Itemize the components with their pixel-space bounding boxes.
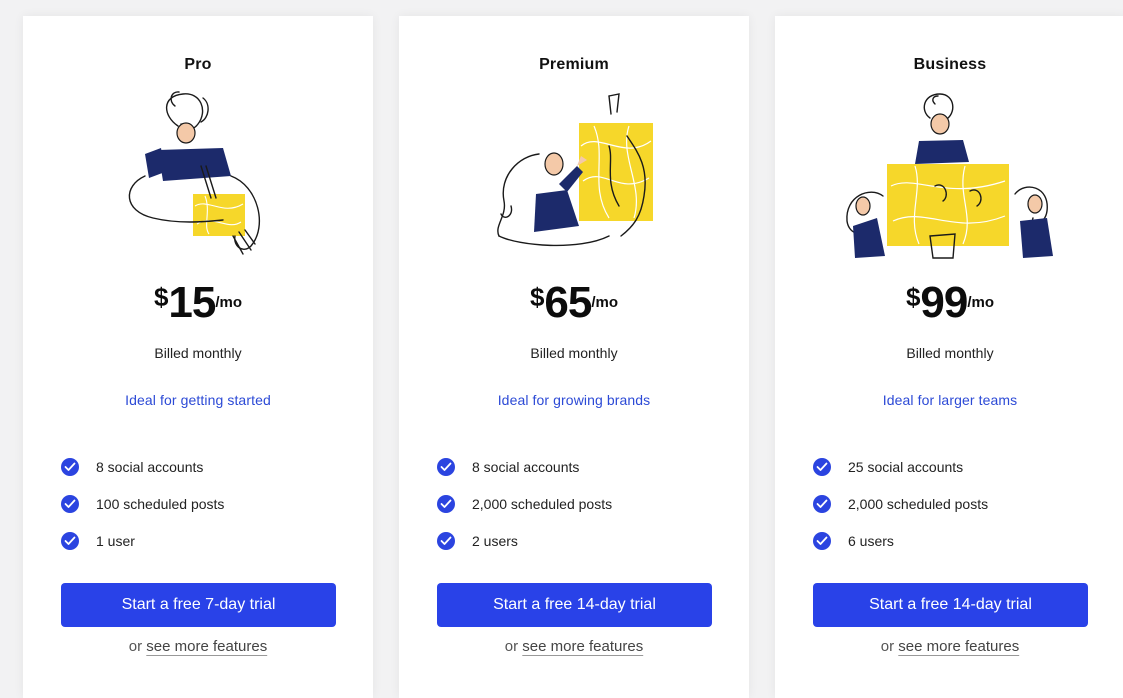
plan-card-pro: Pro $15/mo Billed monthly Ideal for gett… (23, 16, 373, 698)
plan-card-premium: Premium $65/mo Billed monthly Ideal for … (399, 16, 749, 698)
price-period: /mo (591, 294, 619, 311)
see-more-row: or see more features (23, 638, 373, 655)
see-more-prefix: or (880, 638, 895, 655)
check-circle-icon (437, 494, 455, 513)
see-more-features-link[interactable]: see more features (146, 638, 267, 655)
feature-text: 25 social accounts (848, 458, 964, 475)
plan-name: Premium (539, 56, 609, 73)
feature-text: 1 user (96, 532, 135, 549)
pricing-cards: Pro $15/mo Billed monthly Ideal for gett… (0, 0, 1123, 698)
plan-name: Business (913, 56, 987, 73)
check-circle-icon (61, 494, 79, 513)
premium-illustration (497, 93, 653, 247)
feature-list: 25 social accounts 2,000 scheduled posts… (813, 448, 988, 559)
feature-text: 8 social accounts (472, 458, 580, 475)
billing-note: Billed monthly (154, 345, 242, 361)
check-circle-icon (437, 457, 455, 476)
price: $99/mo (775, 281, 1123, 325)
billing-note: Billed monthly (530, 345, 618, 361)
feature-item: 100 scheduled posts (61, 485, 224, 522)
feature-text: 2 users (472, 532, 518, 549)
feature-item: 2,000 scheduled posts (437, 485, 612, 522)
feature-text: 100 scheduled posts (96, 495, 225, 512)
start-trial-button[interactable]: Start a free 7-day trial (61, 583, 336, 627)
plan-card-business: Business $99/mo Billed monthly Ideal for… (775, 16, 1123, 698)
ideal-for: Ideal for larger teams (882, 392, 1018, 408)
check-circle-icon (437, 531, 455, 550)
feature-list: 8 social accounts 2,000 scheduled posts … (437, 448, 612, 559)
price-period: /mo (967, 294, 995, 311)
price-currency: $ (529, 282, 545, 312)
feature-text: 2,000 scheduled posts (848, 495, 989, 512)
feature-item: 1 user (61, 522, 224, 559)
see-more-row: or see more features (399, 638, 749, 655)
see-more-prefix: or (128, 638, 143, 655)
feature-text: 8 social accounts (96, 458, 204, 475)
see-more-row: or see more features (775, 638, 1123, 655)
price-amount: 65 (544, 278, 592, 327)
ideal-for: Ideal for growing brands (497, 392, 651, 408)
price-currency: $ (153, 282, 169, 312)
see-more-features-link[interactable]: see more features (898, 638, 1019, 655)
feature-text: 2,000 scheduled posts (472, 495, 613, 512)
feature-item: 8 social accounts (61, 448, 224, 485)
check-circle-icon (61, 531, 79, 550)
check-circle-icon (61, 457, 79, 476)
plan-name: Pro (184, 56, 212, 73)
see-more-prefix: or (504, 638, 519, 655)
price: $65/mo (399, 281, 749, 325)
check-circle-icon (813, 494, 831, 513)
feature-item: 8 social accounts (437, 448, 612, 485)
business-illustration (846, 93, 1053, 259)
pro-illustration (128, 91, 260, 255)
feature-list: 8 social accounts 100 scheduled posts 1 … (61, 448, 224, 559)
price-period: /mo (215, 294, 243, 311)
feature-text: 6 users (848, 532, 894, 549)
see-more-features-link[interactable]: see more features (522, 638, 643, 655)
price-amount: 99 (920, 278, 968, 327)
billing-note: Billed monthly (906, 345, 994, 361)
start-trial-button[interactable]: Start a free 14-day trial (437, 583, 712, 627)
price-amount: 15 (168, 278, 216, 327)
check-circle-icon (813, 457, 831, 476)
price-currency: $ (905, 282, 921, 312)
feature-item: 2 users (437, 522, 612, 559)
ideal-for: Ideal for getting started (125, 392, 271, 408)
check-circle-icon (813, 531, 831, 550)
feature-item: 25 social accounts (813, 448, 988, 485)
price: $15/mo (23, 281, 373, 325)
feature-item: 6 users (813, 522, 988, 559)
feature-item: 2,000 scheduled posts (813, 485, 988, 522)
start-trial-button[interactable]: Start a free 14-day trial (813, 583, 1088, 627)
